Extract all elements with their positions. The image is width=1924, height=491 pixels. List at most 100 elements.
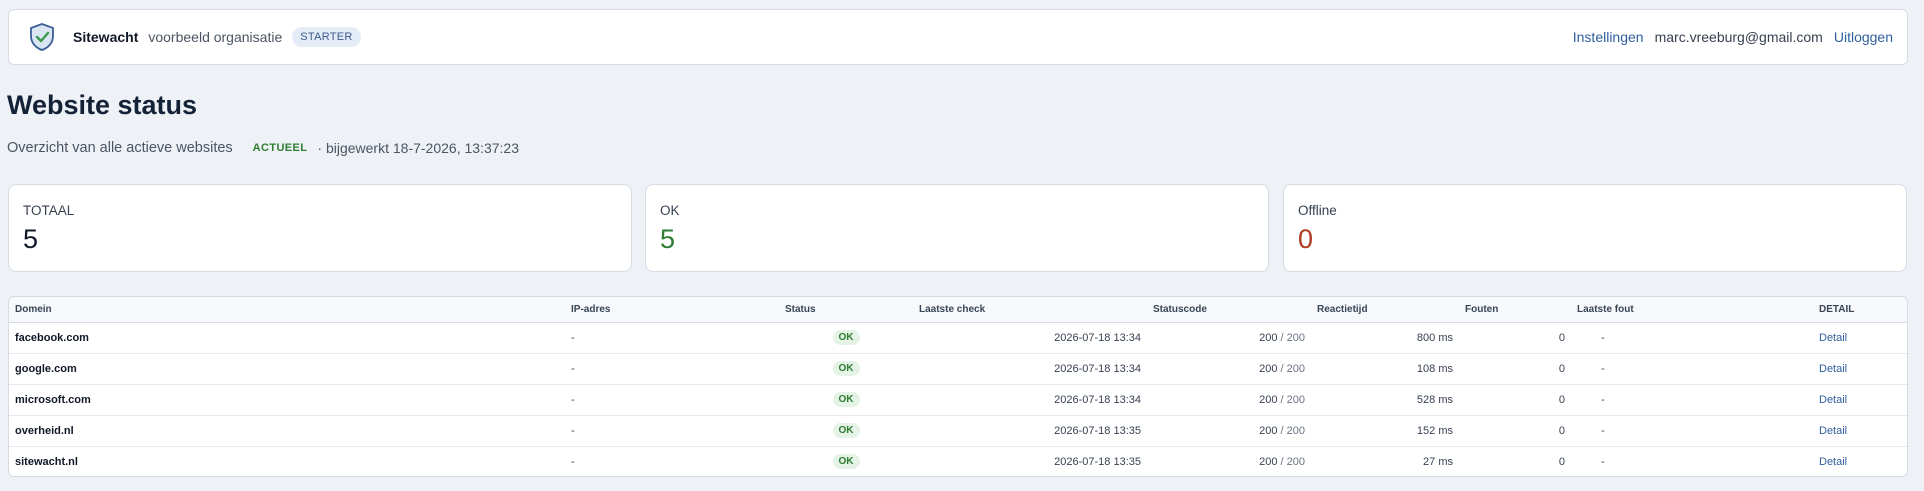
user-email: marc.vreeburg@gmail.com	[1654, 29, 1823, 45]
domain-cell: google.com	[9, 353, 565, 385]
stat-card-total: TOTAAL 5	[8, 184, 632, 272]
column-header-statuscode[interactable]: Statuscode	[1147, 297, 1311, 323]
domain-cell: facebook.com	[9, 322, 565, 354]
status-cell: OK	[779, 384, 913, 416]
last-check-cell: 2026-07-18 13:35	[913, 415, 1147, 447]
status-badge: OK	[832, 330, 860, 345]
stat-value: 5	[660, 224, 676, 254]
stat-value: 0	[1298, 224, 1314, 254]
page-title: Website status	[7, 90, 198, 120]
website-table: Domein IP-adres Status Laatste check Sta…	[8, 296, 1908, 477]
detail-cell: Detail	[1813, 353, 1907, 385]
stat-label: TOTAAL	[23, 203, 75, 218]
errors-cell: 0	[1459, 415, 1571, 447]
status-badge: OK	[832, 423, 860, 438]
stat-label: Offline	[1298, 203, 1337, 218]
column-header-response-time[interactable]: Reactietijd	[1311, 297, 1459, 323]
errors-cell: 0	[1459, 384, 1571, 416]
detail-cell: Detail	[1813, 384, 1907, 416]
status-cell: OK	[779, 415, 913, 447]
ip-cell: -	[565, 384, 779, 416]
table-row: facebook.com - OK 2026-07-18 13:34 200 /…	[9, 322, 1907, 354]
statuscode-cell: 200 / 200	[1147, 322, 1311, 354]
page-subtitle: Overzicht van alle actieve websites	[7, 140, 233, 156]
statuscode-value: 200	[1259, 424, 1278, 437]
column-header-ip[interactable]: IP-adres	[565, 297, 779, 323]
statuscode-cell: 200 / 200	[1147, 415, 1311, 447]
table-row: microsoft.com - OK 2026-07-18 13:34 200 …	[9, 384, 1907, 416]
detail-link[interactable]: Detail	[1819, 456, 1847, 468]
statuscode-cell: 200 / 200	[1147, 446, 1311, 476]
last-check-cell: 2026-07-18 13:35	[1054, 455, 1141, 468]
response-time-cell: 152 ms	[1311, 415, 1459, 447]
expected-code: / 200	[1280, 331, 1305, 344]
stat-value: 5	[23, 224, 39, 254]
column-header-last-error[interactable]: Laatste fout	[1571, 297, 1813, 323]
table-header-row: Domein IP-adres Status Laatste check Sta…	[9, 297, 1907, 323]
errors-cell: 0	[1558, 455, 1565, 468]
status-cell: OK	[779, 322, 913, 354]
detail-link[interactable]: Detail	[1819, 394, 1847, 406]
expected-code: / 200	[1280, 393, 1305, 406]
domain-cell: microsoft.com	[9, 384, 565, 416]
settings-link[interactable]: Instellingen	[1573, 29, 1644, 45]
detail-link[interactable]: Detail	[1819, 363, 1847, 375]
statuscode-cell: 200 / 200	[1147, 353, 1311, 385]
stat-label: OK	[660, 203, 680, 218]
response-time-cell: 108 ms	[1311, 353, 1459, 385]
last-error-cell: -	[1571, 322, 1813, 354]
statuscode-value: 200	[1259, 393, 1278, 406]
status-cell: OK	[779, 446, 913, 476]
statuscode-value: 200	[1259, 455, 1278, 468]
table-row: google.com - OK 2026-07-18 13:34 200 / 2…	[9, 353, 1907, 385]
last-error-cell: -	[1571, 415, 1813, 447]
column-header-status[interactable]: Status	[779, 297, 913, 323]
brand-name[interactable]: Sitewacht	[73, 29, 138, 45]
last-check-cell: 2026-07-18 13:34	[913, 353, 1147, 385]
organization-name: voorbeeld organisatie	[148, 29, 283, 45]
ip-cell: -	[565, 353, 779, 385]
response-time-cell: 27 ms	[1423, 455, 1453, 468]
stat-card-offline: Offline 0	[1283, 184, 1907, 272]
page-subtitle-row: Overzicht van alle actieve websites ACTU…	[7, 140, 519, 156]
errors-cell: 0	[1459, 353, 1571, 385]
last-error-cell: -	[1571, 384, 1813, 416]
domain-cell: overheid.nl	[9, 415, 565, 447]
plan-badge: STARTER	[292, 27, 361, 47]
status-badge: OK	[832, 392, 860, 407]
expected-code: / 200	[1280, 362, 1305, 375]
statuscode-value: 200	[1259, 331, 1278, 344]
ip-cell: -	[565, 415, 779, 447]
column-header-detail: DETAIL	[1813, 297, 1907, 323]
column-header-errors[interactable]: Fouten	[1459, 297, 1571, 323]
table-row: overheid.nl - OK 2026-07-18 13:35 200 / …	[9, 415, 1907, 447]
errors-cell: 0	[1459, 322, 1571, 354]
top-nav: Instellingen marc.vreeburg@gmail.com Uit…	[1573, 29, 1893, 45]
ip-cell: -	[571, 455, 575, 468]
detail-cell: Detail	[1813, 446, 1907, 476]
last-check-cell: 2026-07-18 13:34	[913, 384, 1147, 416]
status-badge: OK	[832, 454, 860, 470]
detail-link[interactable]: Detail	[1819, 332, 1847, 344]
column-header-last-check[interactable]: Laatste check	[913, 297, 1147, 323]
logout-link[interactable]: Uitloggen	[1834, 29, 1893, 45]
stat-card-ok: OK 5	[645, 184, 1269, 272]
status-cell: OK	[779, 353, 913, 385]
expected-code: / 200	[1280, 455, 1305, 468]
detail-link[interactable]: Detail	[1819, 425, 1847, 437]
response-time-cell: 528 ms	[1311, 384, 1459, 416]
detail-cell: Detail	[1813, 322, 1907, 354]
top-bar: Sitewacht voorbeeld organisatie STARTER …	[8, 9, 1908, 65]
response-time-cell: 800 ms	[1311, 322, 1459, 354]
statuscode-cell: 200 / 200	[1147, 384, 1311, 416]
statuscode-value: 200	[1259, 362, 1278, 375]
status-badge: OK	[832, 361, 860, 376]
column-header-domain[interactable]: Domein	[9, 297, 565, 323]
table-row: sitewacht.nl - OK 2026-07-18 13:35 200 /…	[9, 446, 1907, 476]
last-error-cell: -	[1601, 455, 1605, 468]
detail-cell: Detail	[1813, 415, 1907, 447]
shield-check-icon[interactable]	[27, 22, 57, 52]
last-check-cell: 2026-07-18 13:34	[913, 322, 1147, 354]
last-updated-text: · bijgewerkt 18-7-2026, 13:37:23	[317, 140, 519, 156]
ip-cell: -	[565, 322, 779, 354]
